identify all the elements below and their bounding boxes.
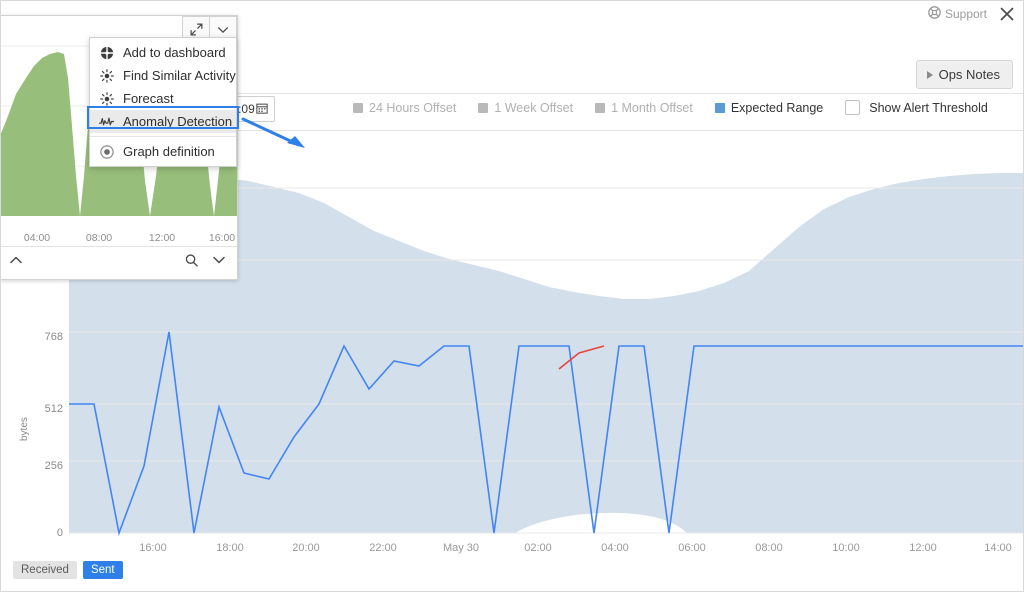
menu-divider	[90, 136, 236, 137]
chevron-up-icon[interactable]	[8, 252, 24, 268]
sparkle-icon	[99, 91, 114, 106]
mini-panel-toolbar	[0, 246, 237, 273]
ops-notes-label: Ops Notes	[939, 67, 1000, 82]
mini-x-tick: 04:00	[24, 232, 50, 244]
y-tick: 0	[17, 527, 63, 539]
menu-item-label: Add to dashboard	[123, 45, 226, 60]
menu-item-label: Forecast	[123, 91, 174, 106]
x-tick: 04:00	[601, 542, 629, 554]
chart-legend: Received Sent	[13, 561, 123, 579]
option-label: 1 Month Offset	[611, 101, 693, 115]
offset-swatch-icon	[595, 103, 605, 113]
checkbox-icon[interactable]	[845, 100, 860, 115]
chart-options: 24 Hours Offset 1 Week Offset 1 Month Of…	[353, 100, 988, 115]
x-tick: 12:00	[909, 542, 937, 554]
option-expected-range[interactable]: Expected Range	[715, 101, 823, 115]
support-link[interactable]: Support	[928, 6, 987, 22]
expected-range-swatch-icon	[715, 103, 725, 113]
option-1-month-offset[interactable]: 1 Month Offset	[595, 101, 693, 115]
triangle-right-icon	[927, 71, 933, 79]
x-tick: 08:00	[755, 542, 783, 554]
option-1-week-offset[interactable]: 1 Week Offset	[478, 101, 573, 115]
mini-x-tick: 16:00	[209, 232, 235, 244]
sparkle-icon	[99, 68, 114, 83]
x-tick: 02:00	[524, 542, 552, 554]
x-tick: 16:00	[139, 542, 167, 554]
menu-item-graph-definition[interactable]: Graph definition	[90, 140, 236, 163]
mini-x-tick: 08:00	[86, 232, 112, 244]
offset-swatch-icon	[478, 103, 488, 113]
x-tick: 10:00	[832, 542, 860, 554]
option-show-alert-threshold[interactable]: Show Alert Threshold	[845, 100, 988, 115]
menu-item-label: Anomaly Detection	[123, 114, 232, 129]
calendar-icon[interactable]	[256, 102, 268, 117]
menu-item-anomaly-detection[interactable]: Anomaly Detection	[90, 110, 236, 133]
chevron-down-icon[interactable]	[211, 252, 227, 268]
x-tick: 22:00	[369, 542, 397, 554]
x-tick: May 30	[443, 542, 479, 554]
y-tick: 768	[17, 331, 63, 343]
x-tick: 20:00	[292, 542, 320, 554]
legend-item-sent[interactable]: Sent	[83, 561, 123, 579]
lifebuoy-icon	[928, 6, 941, 22]
y-tick: 256	[17, 460, 63, 472]
analytics-window: Support Ops Notes 2019-05-30 14:09	[0, 0, 1024, 592]
x-tick: 18:00	[216, 542, 244, 554]
search-icon[interactable]	[184, 253, 199, 268]
menu-item-find-similar-activity[interactable]: Find Similar Activity	[90, 64, 236, 87]
y-tick: 512	[17, 403, 63, 415]
support-label: Support	[945, 7, 987, 21]
option-label: Expected Range	[731, 101, 823, 115]
menu-item-label: Graph definition	[123, 144, 215, 159]
menu-item-add-to-dashboard[interactable]: Add to dashboard	[90, 41, 236, 64]
anomaly-wave-icon	[99, 114, 114, 129]
mini-x-tick: 12:00	[149, 232, 175, 244]
close-icon[interactable]	[997, 4, 1017, 24]
target-circle-icon	[99, 144, 114, 159]
x-tick: 14:00	[984, 542, 1012, 554]
option-label: 1 Week Offset	[494, 101, 573, 115]
option-24-hours-offset[interactable]: 24 Hours Offset	[353, 101, 456, 115]
legend-item-received[interactable]: Received	[13, 561, 77, 579]
option-label: 24 Hours Offset	[369, 101, 456, 115]
option-label: Show Alert Threshold	[869, 101, 988, 115]
menu-item-label: Find Similar Activity	[123, 68, 236, 83]
dashboard-icon	[99, 45, 114, 60]
offset-swatch-icon	[353, 103, 363, 113]
graph-actions-menu[interactable]: Add to dashboard Find Similar Activity	[89, 37, 237, 167]
menu-item-forecast[interactable]: Forecast	[90, 87, 236, 110]
ops-notes-button[interactable]: Ops Notes	[916, 60, 1013, 89]
x-tick: 06:00	[678, 542, 706, 554]
